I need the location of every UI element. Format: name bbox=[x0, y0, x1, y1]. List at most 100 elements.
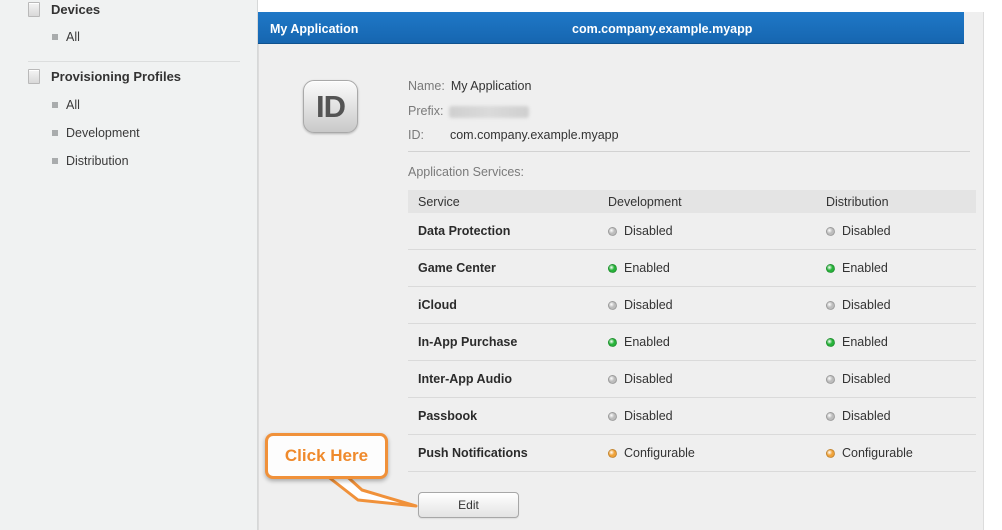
table-row: Push Notifications Configurable Configurab… bbox=[408, 435, 976, 472]
status-dot-icon bbox=[826, 263, 835, 273]
table-row: Game Center Enabled Enabled bbox=[408, 250, 976, 287]
service-name: Push Notifications bbox=[418, 446, 528, 460]
status-text: Configurable bbox=[842, 446, 913, 460]
status-dot-icon bbox=[608, 263, 617, 273]
sidebar-item-profiles-development[interactable]: Development bbox=[52, 126, 140, 140]
application-services-title: Application Services: bbox=[408, 165, 525, 179]
status-dot-icon bbox=[608, 448, 617, 458]
name-row: Name: My Application bbox=[408, 79, 531, 93]
distribution-status: Disabled bbox=[826, 298, 891, 312]
bullet-icon bbox=[52, 158, 58, 164]
development-status: Enabled bbox=[608, 335, 670, 349]
status-dot-icon bbox=[826, 337, 835, 347]
sidebar-section-title: Devices bbox=[51, 2, 101, 17]
sidebar-item-label: Distribution bbox=[66, 154, 129, 168]
status-text: Disabled bbox=[624, 409, 673, 423]
status-text: Enabled bbox=[842, 335, 888, 349]
sidebar-section-devices[interactable]: Devices bbox=[28, 2, 100, 17]
development-status: Configurable bbox=[608, 446, 695, 460]
table-row: iCloud Disabled Disabled bbox=[408, 287, 976, 324]
distribution-status: Disabled bbox=[826, 372, 891, 386]
bullet-icon bbox=[52, 34, 58, 40]
status-dot-icon bbox=[826, 300, 835, 310]
status-dot-icon bbox=[826, 448, 835, 458]
sidebar-divider bbox=[28, 61, 240, 62]
details-divider bbox=[408, 151, 970, 152]
status-text: Disabled bbox=[624, 372, 673, 386]
status-text: Configurable bbox=[624, 446, 695, 460]
status-text: Disabled bbox=[842, 298, 891, 312]
prefix-row: Prefix: bbox=[408, 104, 530, 118]
service-name: iCloud bbox=[418, 298, 457, 312]
distribution-status: Disabled bbox=[826, 224, 891, 238]
table-row: Passbook Disabled Disabled bbox=[408, 398, 976, 435]
development-status: Disabled bbox=[608, 409, 673, 423]
bullet-icon bbox=[52, 102, 58, 108]
status-dot-icon bbox=[608, 374, 617, 384]
development-status: Disabled bbox=[608, 224, 673, 238]
prefix-label: Prefix: bbox=[408, 104, 444, 118]
services-table: Service Development Distribution Data Pr… bbox=[408, 190, 976, 472]
device-icon bbox=[28, 2, 40, 17]
distribution-status: Disabled bbox=[826, 409, 891, 423]
edit-button[interactable]: Edit bbox=[418, 492, 519, 518]
development-status: Disabled bbox=[608, 372, 673, 386]
table-row: In-App Purchase Enabled Enabled bbox=[408, 324, 976, 361]
status-text: Disabled bbox=[624, 224, 673, 238]
id-row: ID: com.company.example.myapp bbox=[408, 128, 619, 142]
services-table-header: Service Development Distribution bbox=[408, 190, 976, 213]
status-text: Disabled bbox=[842, 372, 891, 386]
app-id-icon-text: ID bbox=[316, 88, 346, 124]
name-label: Name: bbox=[408, 79, 445, 93]
id-label: ID: bbox=[408, 128, 424, 142]
document-icon bbox=[28, 69, 40, 84]
app-id-icon: ID bbox=[303, 80, 358, 133]
status-text: Enabled bbox=[842, 261, 888, 275]
header-app-name: My Application bbox=[270, 22, 359, 36]
status-text: Disabled bbox=[842, 224, 891, 238]
table-row: Inter-App Audio Disabled Disabled bbox=[408, 361, 976, 398]
status-dot-icon bbox=[826, 226, 835, 236]
service-name: Game Center bbox=[418, 261, 496, 275]
distribution-status: Enabled bbox=[826, 261, 888, 275]
click-here-callout: Click Here bbox=[265, 433, 388, 479]
development-status: Disabled bbox=[608, 298, 673, 312]
name-value: My Application bbox=[450, 79, 532, 93]
app-window: Devices All Provisioning Profiles All De… bbox=[0, 0, 1002, 530]
status-text: Disabled bbox=[624, 298, 673, 312]
bullet-icon bbox=[52, 130, 58, 136]
sidebar-section-provisioning-profiles[interactable]: Provisioning Profiles bbox=[28, 69, 181, 84]
column-header-development: Development bbox=[608, 195, 682, 209]
status-dot-icon bbox=[826, 411, 835, 421]
status-dot-icon bbox=[608, 300, 617, 310]
column-header-distribution: Distribution bbox=[826, 195, 889, 209]
sidebar-item-label: Development bbox=[66, 126, 140, 140]
prefix-value-redacted bbox=[449, 105, 530, 118]
header-app-id: com.company.example.myapp bbox=[572, 22, 753, 36]
service-name: Inter-App Audio bbox=[418, 372, 512, 386]
table-row: Data Protection Disabled Disabled bbox=[408, 213, 976, 250]
status-dot-icon bbox=[608, 411, 617, 421]
sidebar-item-label: All bbox=[66, 30, 80, 44]
development-status: Enabled bbox=[608, 261, 670, 275]
sidebar-item-profiles-distribution[interactable]: Distribution bbox=[52, 154, 129, 168]
edit-button-label: Edit bbox=[458, 498, 479, 512]
status-dot-icon bbox=[826, 374, 835, 384]
id-value: com.company.example.myapp bbox=[449, 128, 619, 142]
status-text: Enabled bbox=[624, 335, 670, 349]
column-header-service: Service bbox=[418, 195, 460, 209]
distribution-status: Enabled bbox=[826, 335, 888, 349]
service-name: In-App Purchase bbox=[418, 335, 518, 349]
services-table-body: Data Protection Disabled Disabled Game Cent… bbox=[408, 213, 976, 472]
sidebar-item-devices-all[interactable]: All bbox=[52, 30, 80, 44]
status-dot-icon bbox=[608, 337, 617, 347]
callout-text: Click Here bbox=[284, 446, 369, 465]
sidebar: Devices All Provisioning Profiles All De… bbox=[0, 0, 258, 530]
sidebar-section-title: Provisioning Profiles bbox=[51, 69, 182, 84]
service-name: Data Protection bbox=[418, 224, 511, 238]
sidebar-item-label: All bbox=[66, 98, 80, 112]
app-id-header-bar[interactable]: My Application com.company.example.myapp bbox=[258, 12, 964, 44]
service-name: Passbook bbox=[418, 409, 478, 423]
sidebar-item-profiles-all[interactable]: All bbox=[52, 98, 80, 112]
status-dot-icon bbox=[608, 226, 617, 236]
